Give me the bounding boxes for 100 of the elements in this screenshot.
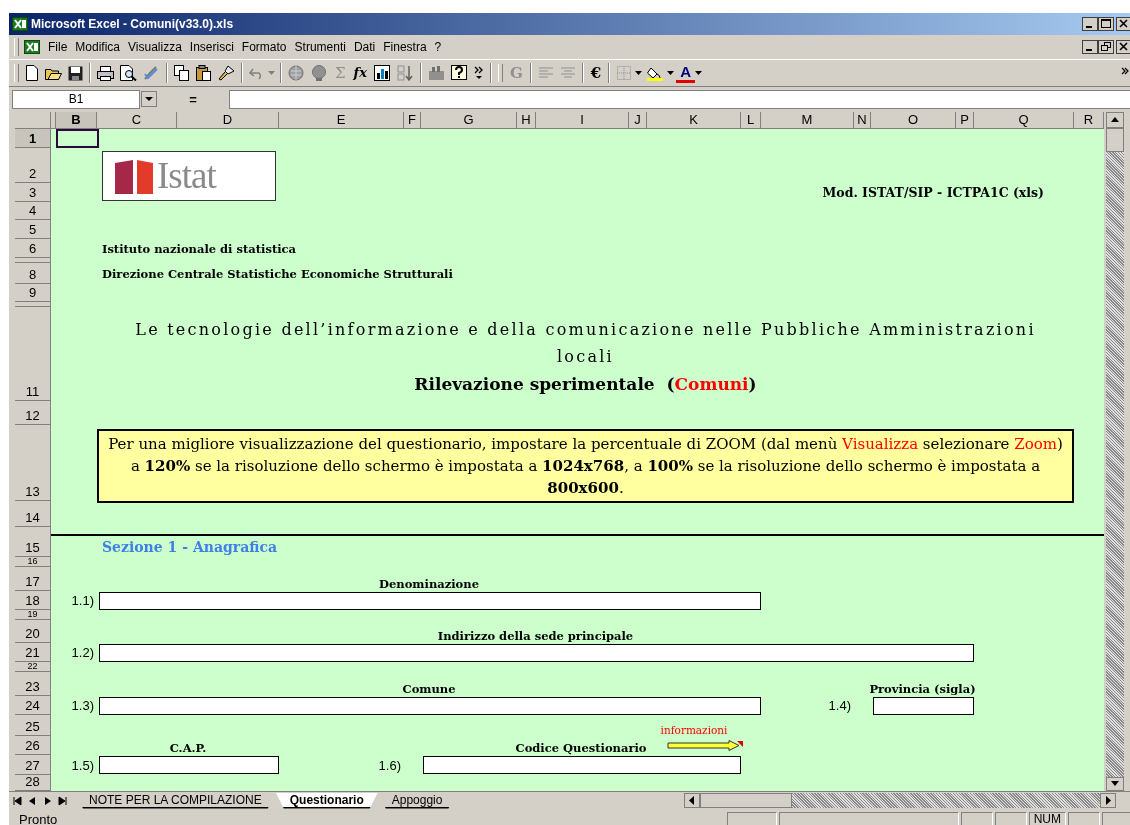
input-field[interactable] <box>99 756 279 774</box>
menu-item[interactable]: Modifica <box>71 40 125 54</box>
info-link[interactable]: informazioni <box>660 724 728 736</box>
maximize-icon[interactable] <box>1098 17 1114 31</box>
last-sheet-button[interactable] <box>56 794 69 807</box>
row-header[interactable]: 11 <box>15 307 51 401</box>
column-header[interactable]: F <box>404 112 421 129</box>
chevron-icon[interactable] <box>473 65 484 81</box>
column-header[interactable]: D <box>177 112 279 129</box>
column-header[interactable]: P <box>956 112 974 129</box>
column-header[interactable]: K <box>647 112 741 129</box>
row-header[interactable]: 17 <box>15 567 51 591</box>
minimize-icon[interactable] <box>1082 40 1098 54</box>
paintbrush-icon[interactable] <box>218 65 235 81</box>
menu-item[interactable]: Inserisci <box>185 40 238 54</box>
scroll-up-button[interactable] <box>1106 112 1124 128</box>
row-header[interactable]: 13 <box>15 425 51 501</box>
row-header[interactable]: 23 <box>15 672 51 696</box>
row-header[interactable]: 28 <box>15 775 51 791</box>
new-document-icon[interactable] <box>25 65 39 81</box>
row-header[interactable]: 27 <box>15 755 51 775</box>
caret-icon[interactable] <box>667 71 675 75</box>
menu-item[interactable]: File <box>44 40 72 54</box>
column-header[interactable]: L <box>741 112 761 129</box>
column-header[interactable]: H <box>517 112 536 129</box>
scroll-right-button[interactable] <box>1100 793 1116 808</box>
row-header[interactable] <box>15 302 51 307</box>
menu-item[interactable]: Formato <box>237 40 291 54</box>
row-header[interactable]: 4 <box>15 202 51 220</box>
row-header[interactable]: 24 <box>15 696 51 715</box>
row-header[interactable] <box>15 258 51 263</box>
fill-color-icon[interactable] <box>647 65 665 81</box>
chart-wizard-icon[interactable] <box>373 65 391 81</box>
column-header[interactable]: I <box>536 112 629 129</box>
row-header[interactable]: 21 <box>15 643 51 662</box>
spellcheck-icon[interactable] <box>143 65 160 81</box>
row-header[interactable]: 9 <box>15 284 51 302</box>
toolbar-button[interactable]: € <box>586 63 606 83</box>
column-header[interactable]: J <box>629 112 647 129</box>
column-header[interactable]: N <box>854 112 871 129</box>
menu-item[interactable]: Dati <box>349 40 380 54</box>
column-header[interactable]: B <box>56 112 97 129</box>
menu-item[interactable]: Visualizza <box>124 40 186 54</box>
restore-icon[interactable] <box>1098 40 1114 54</box>
formula-equals-sign[interactable]: = <box>157 91 229 107</box>
column-header[interactable]: G <box>421 112 517 129</box>
row-header[interactable]: 8 <box>15 263 51 284</box>
menu-item[interactable]: Strumenti <box>290 40 350 54</box>
close-icon[interactable] <box>1116 17 1130 31</box>
row-header[interactable]: 26 <box>15 736 51 755</box>
paste-icon[interactable] <box>196 65 212 81</box>
menu-item[interactable]: ? <box>430 40 446 54</box>
column-header[interactable]: O <box>871 112 956 129</box>
row-header[interactable]: 1 <box>15 129 51 148</box>
column-header[interactable]: C <box>97 112 177 129</box>
row-header[interactable]: 5 <box>15 220 51 239</box>
open-folder-icon[interactable] <box>45 66 62 80</box>
copy-icon[interactable] <box>174 65 190 81</box>
formula-input[interactable] <box>229 89 1130 109</box>
scroll-down-button[interactable] <box>1106 777 1124 791</box>
row-header[interactable]: 12 <box>15 401 51 425</box>
row-header[interactable]: 6 <box>15 239 51 258</box>
save-icon[interactable] <box>68 65 83 81</box>
field-label: Comune <box>402 682 456 696</box>
row-header[interactable]: 25 <box>15 715 51 736</box>
menu-item[interactable]: Finestra <box>379 40 431 54</box>
scrollbar-thumb[interactable] <box>700 793 792 808</box>
sort-descending-icon[interactable] <box>396 65 414 81</box>
print-preview-icon[interactable] <box>120 65 137 81</box>
scroll-left-button[interactable] <box>684 793 700 808</box>
printer-icon[interactable] <box>97 65 114 81</box>
excel-icon[interactable] <box>24 40 40 54</box>
help-icon[interactable] <box>450 65 468 81</box>
input-field[interactable] <box>423 756 741 774</box>
select-all-button[interactable] <box>15 112 51 129</box>
scrollbar-thumb[interactable] <box>1106 128 1124 152</box>
row-header[interactable]: 20 <box>15 620 51 643</box>
excel-icon[interactable] <box>12 17 28 31</box>
toolbar-button[interactable]: A <box>676 63 696 83</box>
institute-name: Istituto nazionale di statistica <box>102 241 298 256</box>
selected-cell[interactable] <box>56 129 99 148</box>
row-header[interactable]: 2 <box>15 148 51 183</box>
row-header[interactable]: 18 <box>15 591 51 610</box>
column-header[interactable]: R <box>1074 112 1104 129</box>
column-header[interactable]: E <box>279 112 404 129</box>
first-sheet-button[interactable] <box>11 794 24 807</box>
row-header[interactable]: 3 <box>15 183 51 202</box>
caret-icon[interactable] <box>635 71 643 75</box>
dropdown-button[interactable] <box>141 91 157 107</box>
row-header[interactable]: 14 <box>15 501 51 527</box>
minimize-icon[interactable] <box>1082 17 1098 31</box>
column-header[interactable]: M <box>761 112 854 129</box>
toolbar-button[interactable]: fx <box>349 63 371 83</box>
name-box[interactable]: B1 <box>12 89 140 109</box>
column-header[interactable] <box>51 112 56 129</box>
column-header[interactable]: Q <box>974 112 1074 129</box>
close-icon[interactable] <box>1116 40 1130 54</box>
row-header[interactable]: 15 <box>15 527 51 557</box>
sheet-tab[interactable]: Questionario <box>275 792 378 809</box>
caret-icon[interactable] <box>695 71 703 75</box>
